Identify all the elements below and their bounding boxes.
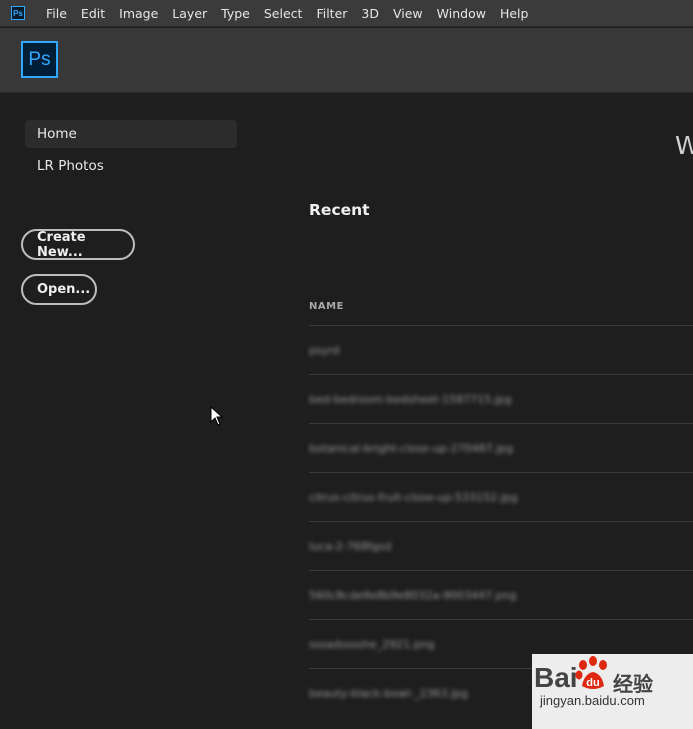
- file-name: 560c8cde9e8b9e8032a-9003447.png: [309, 588, 517, 602]
- recent-file-row[interactable]: botanical-bright-close-up-270487.jpg: [309, 423, 693, 472]
- recent-file-row[interactable]: luca-2-768fgsd: [309, 521, 693, 570]
- watermark-url: jingyan.baidu.com: [540, 693, 645, 708]
- file-name: psyrd: [309, 343, 340, 357]
- file-name: botanical-bright-close-up-270487.jpg: [309, 441, 514, 455]
- watermark-brand: Bai: [534, 662, 578, 693]
- svg-text:du: du: [586, 677, 599, 689]
- menu-select[interactable]: Select: [257, 0, 310, 27]
- menu-image[interactable]: Image: [112, 0, 165, 27]
- recent-file-row[interactable]: 560c8cde9e8b9e8032a-9003447.png: [309, 570, 693, 619]
- photoshop-logo-icon: Ps: [11, 6, 25, 20]
- menu-type[interactable]: Type: [214, 0, 257, 27]
- column-header-name[interactable]: NAME: [309, 301, 344, 312]
- recent-title: Recent: [309, 201, 370, 219]
- menu-file[interactable]: File: [39, 0, 74, 27]
- baidu-paw-icon: du: [575, 656, 607, 689]
- welcome-heading: W: [675, 131, 693, 160]
- file-name: sssadsssshe_2921.png: [309, 637, 435, 651]
- recent-file-row[interactable]: bed-bedroom-bedsheet-1587715.jpg: [309, 374, 693, 423]
- recent-file-row[interactable]: citrus-citrus-fruit-close-up-533152.jpg: [309, 472, 693, 521]
- file-name: bed-bedroom-bedsheet-1587715.jpg: [309, 392, 512, 406]
- recent-file-row[interactable]: psyrd: [309, 325, 693, 374]
- app-bar: Ps: [0, 28, 693, 93]
- menu-3d[interactable]: 3D: [354, 0, 386, 27]
- nav-item-home[interactable]: Home: [25, 120, 237, 148]
- home-screen: Home LR Photos Create New... Open... W R…: [0, 94, 693, 729]
- side-nav: Home LR Photos: [25, 120, 237, 184]
- create-new-button[interactable]: Create New...: [21, 229, 135, 260]
- menu-layer[interactable]: Layer: [165, 0, 214, 27]
- nav-item-lr-photos[interactable]: LR Photos: [25, 152, 237, 180]
- mouse-cursor-icon: [210, 406, 224, 426]
- photoshop-app-logo-icon: Ps: [21, 41, 58, 78]
- menu-filter[interactable]: Filter: [309, 0, 354, 27]
- menu-edit[interactable]: Edit: [74, 0, 112, 27]
- menu-help[interactable]: Help: [493, 0, 536, 27]
- menu-window[interactable]: Window: [430, 0, 493, 27]
- menu-bar: Ps File Edit Image Layer Type Select Fil…: [0, 0, 693, 27]
- file-name: beauty-black-bowl-_2363.jpg: [309, 686, 468, 700]
- file-name: luca-2-768fgsd: [309, 539, 392, 553]
- file-name: citrus-citrus-fruit-close-up-533152.jpg: [309, 490, 518, 504]
- menu-view[interactable]: View: [386, 0, 430, 27]
- open-button[interactable]: Open...: [21, 274, 97, 305]
